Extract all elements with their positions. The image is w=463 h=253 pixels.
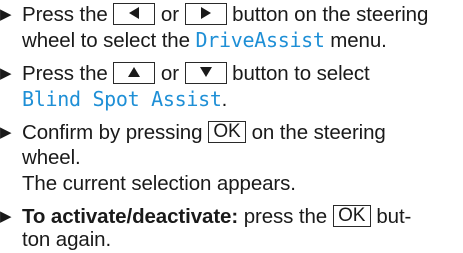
bullet-arrow-icon: ▶ bbox=[0, 65, 12, 82]
step-3-line-1: ▶ Confirm by pressing OK on the steering bbox=[0, 120, 386, 146]
step-1-text-c: button on the steering bbox=[232, 3, 429, 26]
step-2-text-a: Press the bbox=[22, 62, 108, 85]
step-3-text-b: on the steering bbox=[251, 121, 386, 144]
ok-key: OK bbox=[332, 204, 371, 227]
down-arrow-key-icon bbox=[184, 61, 227, 84]
step-3-result: The current selection appears. bbox=[22, 171, 296, 197]
menu-name-driveassist: DriveAssist bbox=[195, 28, 325, 52]
step-1-text-e: menu. bbox=[330, 29, 387, 52]
menu-name-blind-spot-assist: Blind Spot Assist bbox=[22, 87, 222, 111]
step-1-line-2: wheel to select the DriveAssist menu. bbox=[22, 27, 387, 53]
step-1-line-1: ▶ Press the or button on the steering bbox=[0, 2, 428, 28]
step-2-line-2: Blind Spot Assist. bbox=[22, 86, 227, 112]
step-3-text-c: wheel. bbox=[22, 146, 81, 169]
step-3-line-2: wheel. bbox=[22, 145, 81, 171]
step-3-text-a: Confirm by pressing bbox=[22, 121, 203, 144]
step-4-text-c: ton again. bbox=[22, 228, 112, 251]
instruction-document: ▶ Press the or button on the steering whe… bbox=[0, 0, 463, 253]
step-3-result-text: The current selection appears. bbox=[22, 172, 296, 195]
step-4-line-2: ton again. bbox=[22, 227, 111, 253]
step-1-text-a: Press the bbox=[22, 3, 108, 26]
step-2-text-b: or bbox=[160, 62, 179, 85]
step-4-text-a: press the bbox=[243, 205, 328, 228]
step-2-period: . bbox=[221, 88, 228, 111]
bullet-arrow-icon: ▶ bbox=[0, 124, 12, 141]
step-2-text-c: button to select bbox=[232, 62, 370, 85]
step-4-text-b: but- bbox=[376, 205, 412, 228]
right-arrow-key-icon bbox=[184, 2, 227, 25]
step-2-line-1: ▶ Press the or button to select bbox=[0, 61, 370, 87]
step-4-bold-label: To activate/deactivate: bbox=[22, 205, 239, 228]
left-arrow-key-icon bbox=[113, 2, 156, 25]
bullet-arrow-icon: ▶ bbox=[0, 6, 12, 23]
step-1-text-d: wheel to select the bbox=[22, 29, 190, 52]
ok-key: OK bbox=[208, 120, 246, 143]
bullet-arrow-icon: ▶ bbox=[0, 208, 12, 225]
up-arrow-key-icon bbox=[113, 61, 156, 84]
step-1-text-b: or bbox=[160, 3, 179, 26]
